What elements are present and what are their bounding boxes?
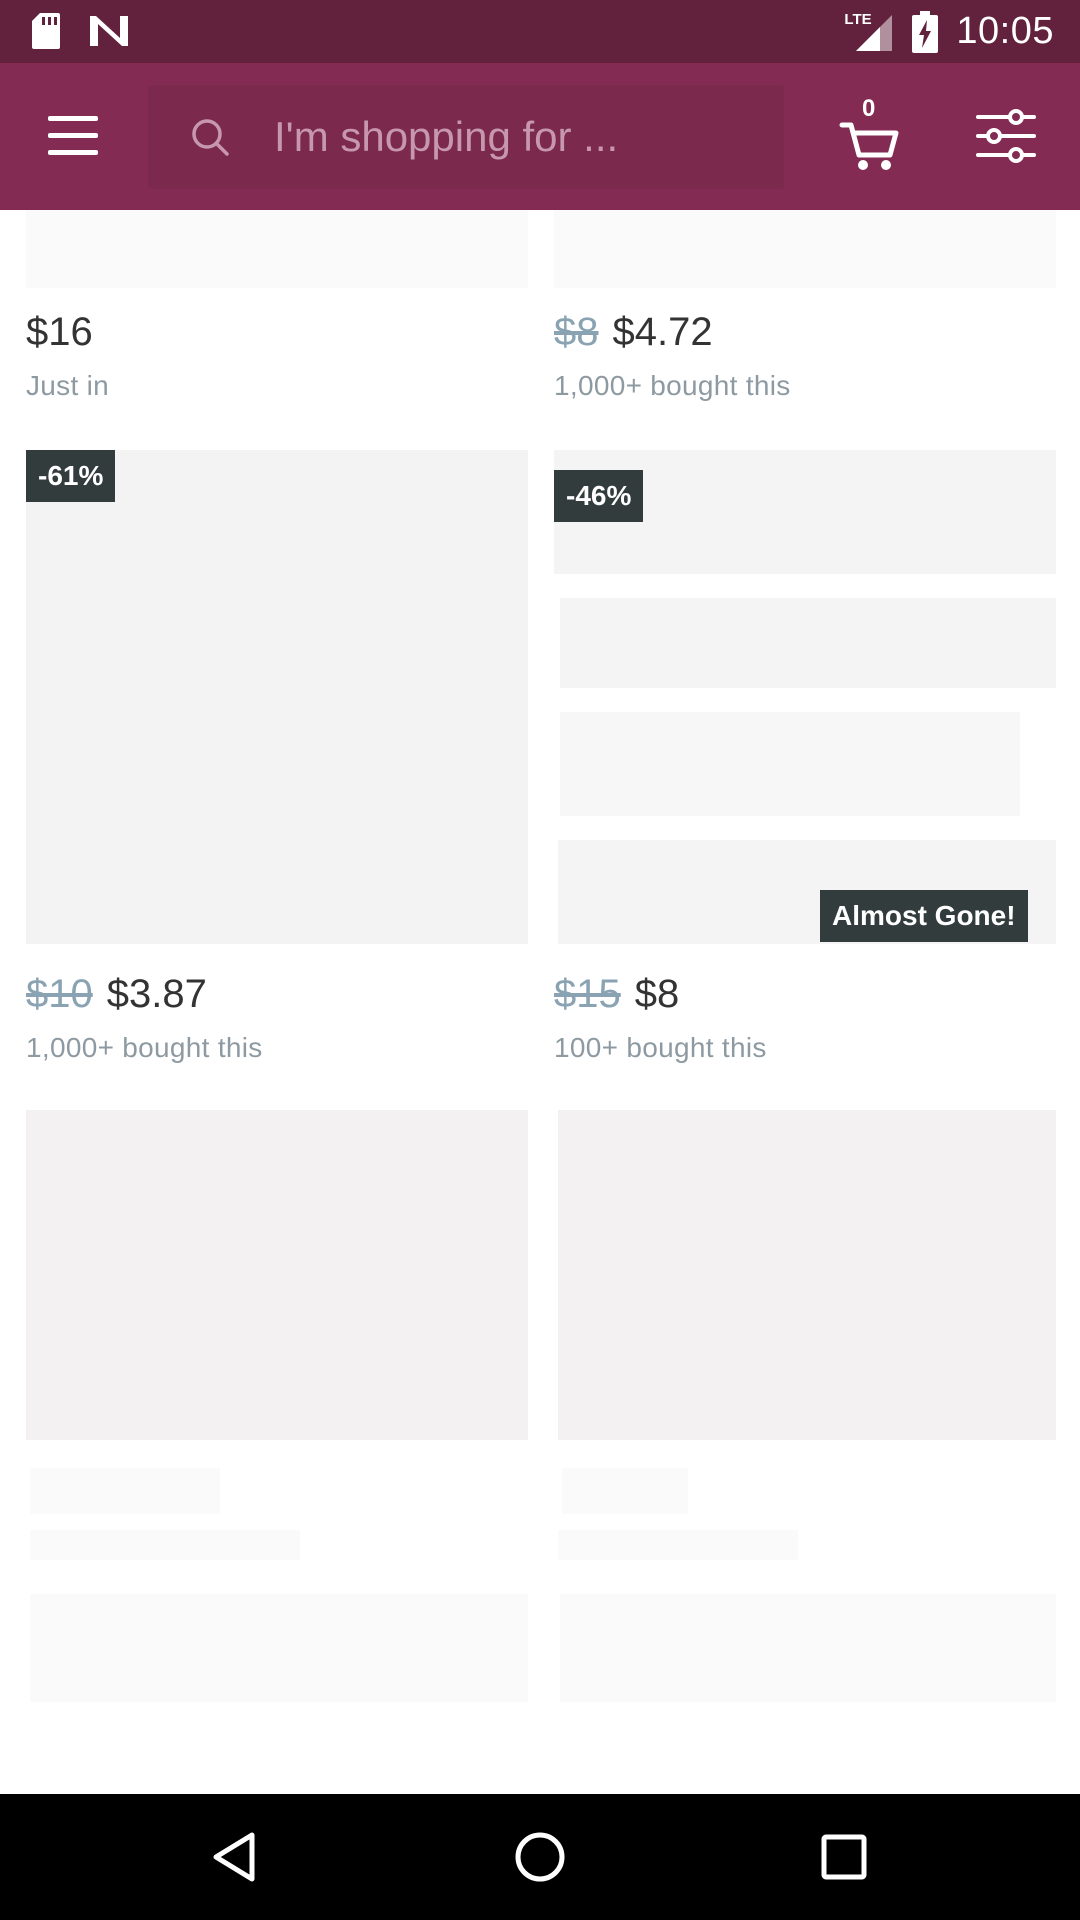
discount-badge: -46%	[554, 470, 644, 522]
product-grid: $16 Just in $8 $4.72 1,000+ bought this -…	[0, 210, 1080, 1794]
back-button[interactable]	[206, 1827, 266, 1887]
search-icon	[192, 119, 229, 156]
product-subtitle: Just in	[26, 370, 110, 401]
original-price: $10	[26, 972, 93, 1016]
filter-icon	[976, 109, 1036, 163]
search-input[interactable]: I'm shopping for ...	[148, 85, 784, 189]
status-bar: LTE 10:05	[0, 0, 1080, 63]
n-notification-icon	[90, 16, 128, 46]
current-price: $3.87	[106, 972, 207, 1016]
discount-badge: -61%	[26, 450, 116, 502]
product-subtitle: 100+ bought this	[554, 1032, 767, 1063]
almost-gone-badge: Almost Gone!	[820, 890, 1028, 942]
clock: 10:05	[956, 10, 1054, 52]
product-card-loading[interactable]	[0, 1110, 540, 1794]
recents-button[interactable]	[814, 1827, 874, 1887]
current-price: $8	[634, 972, 680, 1016]
product-image	[26, 450, 528, 944]
product-card[interactable]: -61% $10 $3.87 1,000+ bought this	[0, 450, 540, 1090]
product-image	[560, 1594, 1056, 1702]
product-card[interactable]: -46% Almost Gone! $15 $8 100+ bought this	[540, 450, 1080, 1090]
price-row: $10 $3.87	[26, 972, 207, 1017]
battery-charging-icon	[912, 10, 939, 53]
recents-icon	[821, 1834, 867, 1880]
price-row: $16	[26, 310, 93, 355]
product-image	[560, 712, 1020, 816]
price-row: $15 $8	[554, 972, 679, 1017]
search-placeholder: I'm shopping for ...	[274, 113, 619, 160]
product-subtitle: 1,000+ bought this	[554, 370, 791, 401]
product-image	[26, 1110, 528, 1440]
product-card[interactable]: $8 $4.72 1,000+ bought this	[540, 210, 1080, 410]
price-placeholder	[562, 1468, 688, 1514]
current-price: $16	[26, 310, 93, 354]
home-button[interactable]	[510, 1827, 570, 1887]
cart-icon	[839, 122, 899, 170]
filter-button[interactable]	[976, 109, 1036, 163]
cart-button[interactable]: 0	[838, 95, 902, 173]
product-card[interactable]: $16 Just in	[0, 210, 540, 410]
price-row: $8 $4.72	[554, 310, 713, 355]
original-price: $8	[554, 310, 599, 354]
price-placeholder	[30, 1468, 220, 1514]
product-image	[558, 1110, 1056, 1440]
product-image	[560, 598, 1056, 688]
navigation-bar	[0, 1794, 1080, 1920]
current-price: $4.72	[612, 310, 713, 354]
product-subtitle: 1,000+ bought this	[26, 1032, 263, 1063]
home-icon	[515, 1832, 565, 1882]
back-icon	[213, 1832, 255, 1882]
product-image	[30, 1594, 528, 1702]
lte-signal-icon: LTE	[842, 11, 894, 53]
app-bar: I'm shopping for ... 0	[0, 63, 1080, 210]
original-price: $15	[554, 972, 621, 1016]
sd-card-icon	[32, 13, 60, 49]
product-card-loading[interactable]	[540, 1110, 1080, 1794]
menu-button[interactable]	[40, 106, 104, 166]
subtitle-placeholder	[558, 1530, 798, 1560]
subtitle-placeholder	[30, 1530, 300, 1560]
